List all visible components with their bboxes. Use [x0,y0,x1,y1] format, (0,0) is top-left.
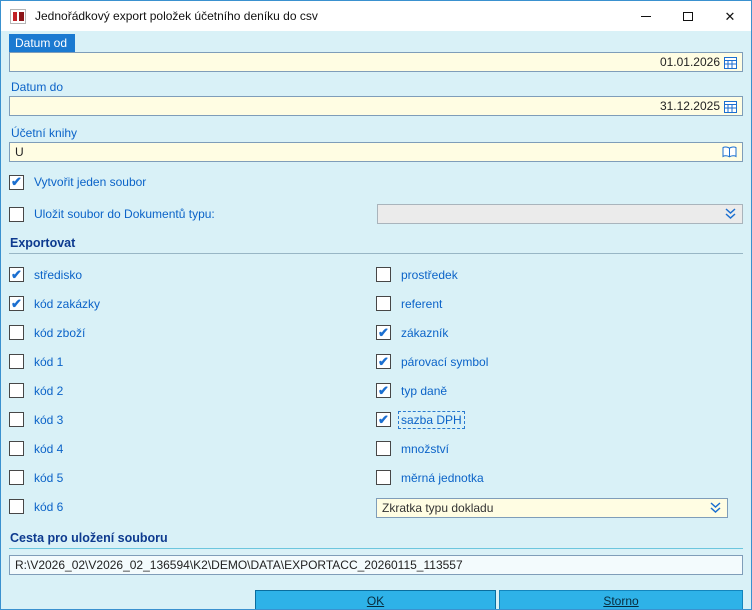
close-button[interactable]: ✕ [709,1,751,31]
datum-do-group: Datum do 31.12.2025 [9,78,743,116]
dropdown-icon[interactable] [709,502,722,514]
minimize-icon [641,15,651,17]
checkbox-row: prostředek [376,260,743,289]
checkbox-kod-1[interactable] [9,354,24,369]
checkbox-kod-zbozi[interactable] [9,325,24,340]
checkbox-typ-dane[interactable] [376,383,391,398]
title-bar: Jednořádkový export položek účetního den… [1,1,751,31]
button-row: OK Storno [9,590,743,609]
save-to-documents-label[interactable]: Uložit soubor do Dokumentů typu: [32,206,217,222]
checkbox-row: typ daně [376,376,743,405]
export-section-title: Exportovat [10,236,76,250]
checkbox-label[interactable]: kód 2 [32,383,65,399]
ucetni-knihy-input[interactable]: U [9,142,743,162]
ucetni-knihy-group: Účetní knihy U [9,124,743,162]
checkbox-sazba-dph[interactable] [376,412,391,427]
checkbox-label[interactable]: kód 6 [32,499,65,515]
ucetni-knihy-value: U [15,145,24,159]
checkbox-kod-5[interactable] [9,470,24,485]
checkbox-label[interactable]: párovací symbol [399,354,490,370]
checkbox-row: kód 1 [9,347,376,376]
checkbox-row: sazba DPH [376,405,743,434]
export-path-field[interactable]: R:\V2026_02\V2026_02_136594\K2\DEMO\DATA… [9,555,743,575]
checkbox-kod-2[interactable] [9,383,24,398]
checkbox-kod-6[interactable] [9,499,24,514]
checkbox-row: kód zakázky [9,289,376,318]
document-type-combo[interactable] [377,204,743,224]
checkbox-kod-4[interactable] [9,441,24,456]
checkbox-label[interactable]: prostředek [399,267,460,283]
datum-od-input[interactable]: 01.01.2026 [9,52,743,72]
checkbox-label[interactable]: kód 4 [32,441,65,457]
checkbox-mnozstvi[interactable] [376,441,391,456]
checkbox-row: středisko [9,260,376,289]
path-section-title: Cesta pro uložení souboru [10,531,168,545]
maximize-button[interactable] [667,1,709,31]
export-section-divider [9,253,743,254]
create-one-file-row: Vytvořit jeden soubor [9,172,743,192]
checkbox-label[interactable]: kód 1 [32,354,65,370]
window-controls: ✕ [625,1,751,31]
checkbox-row: referent [376,289,743,318]
checkbox-label[interactable]: kód zakázky [32,296,102,312]
checkbox-row: kód 5 [9,463,376,492]
minimize-button[interactable] [625,1,667,31]
datum-od-label: Datum od [9,34,76,52]
datum-do-value: 31.12.2025 [659,99,720,113]
checkbox-label[interactable]: zákazník [399,325,450,341]
export-right-column: prostředek referent zákazník párovací sy… [376,260,743,521]
checkbox-label[interactable]: středisko [32,267,84,283]
checkbox-row: kód 6 [9,492,376,521]
checkbox-row: kód zboží [9,318,376,347]
checkbox-row: kód 2 [9,376,376,405]
doc-type-abbrev-combo[interactable]: Zkratka typu dokladu [376,498,728,518]
create-one-file-label[interactable]: Vytvořit jeden soubor [32,174,148,190]
checkbox-label[interactable]: množství [399,441,451,457]
checkbox-label[interactable]: sazba DPH [398,410,465,429]
datum-do-label: Datum do [11,80,64,94]
checkbox-label[interactable]: typ daně [399,383,449,399]
datum-od-value: 01.01.2026 [659,55,720,69]
checkbox-referent[interactable] [376,296,391,311]
checkbox-stredisko[interactable] [9,267,24,282]
checkbox-row: množství [376,434,743,463]
export-grid: středisko kód zakázky kód zboží kód 1 kó… [9,260,743,521]
checkbox-merna-jednotka[interactable] [376,470,391,485]
ucetni-knihy-label: Účetní knihy [11,126,78,140]
checkbox-row: kód 4 [9,434,376,463]
doc-type-abbrev-value: Zkratka typu dokladu [382,501,494,515]
checkbox-label[interactable]: měrná jednotka [399,470,486,486]
checkbox-kod-3[interactable] [9,412,24,427]
checkbox-row: měrná jednotka [376,463,743,492]
app-icon [10,8,26,24]
save-to-documents-checkbox[interactable] [9,206,24,222]
checkbox-label[interactable]: kód zboží [32,325,87,341]
datum-do-input[interactable]: 31.12.2025 [9,96,743,116]
checkbox-prostredek[interactable] [376,267,391,282]
checkbox-row: kód 3 [9,405,376,434]
export-path-value: R:\V2026_02\V2026_02_136594\K2\DEMO\DATA… [15,558,463,572]
datum-od-group: Datum od 01.01.2026 [9,34,743,72]
checkbox-label[interactable]: kód 5 [32,470,65,486]
checkbox-row: zákazník [376,318,743,347]
checkbox-row: párovací symbol [376,347,743,376]
close-icon: ✕ [724,8,736,24]
checkbox-parovaci-symbol[interactable] [376,354,391,369]
storno-button[interactable]: Storno [499,590,743,609]
checkbox-label[interactable]: referent [399,296,444,312]
export-left-column: středisko kód zakázky kód zboží kód 1 kó… [9,260,376,521]
book-icon[interactable] [722,146,737,158]
checkbox-kod-zakazky[interactable] [9,296,24,311]
checkbox-zakaznik[interactable] [376,325,391,340]
window-title: Jednořádkový export položek účetního den… [35,9,318,23]
calendar-icon[interactable] [724,100,737,113]
checkbox-label[interactable]: kód 3 [32,412,65,428]
maximize-icon [683,11,693,21]
save-to-documents-row: Uložit soubor do Dokumentů typu: [9,204,743,224]
calendar-icon[interactable] [724,56,737,69]
create-one-file-checkbox[interactable] [9,174,24,190]
ok-button[interactable]: OK [255,590,496,609]
dropdown-icon[interactable] [724,208,737,220]
dialog-window: Jednořádkový export položek účetního den… [0,0,752,610]
